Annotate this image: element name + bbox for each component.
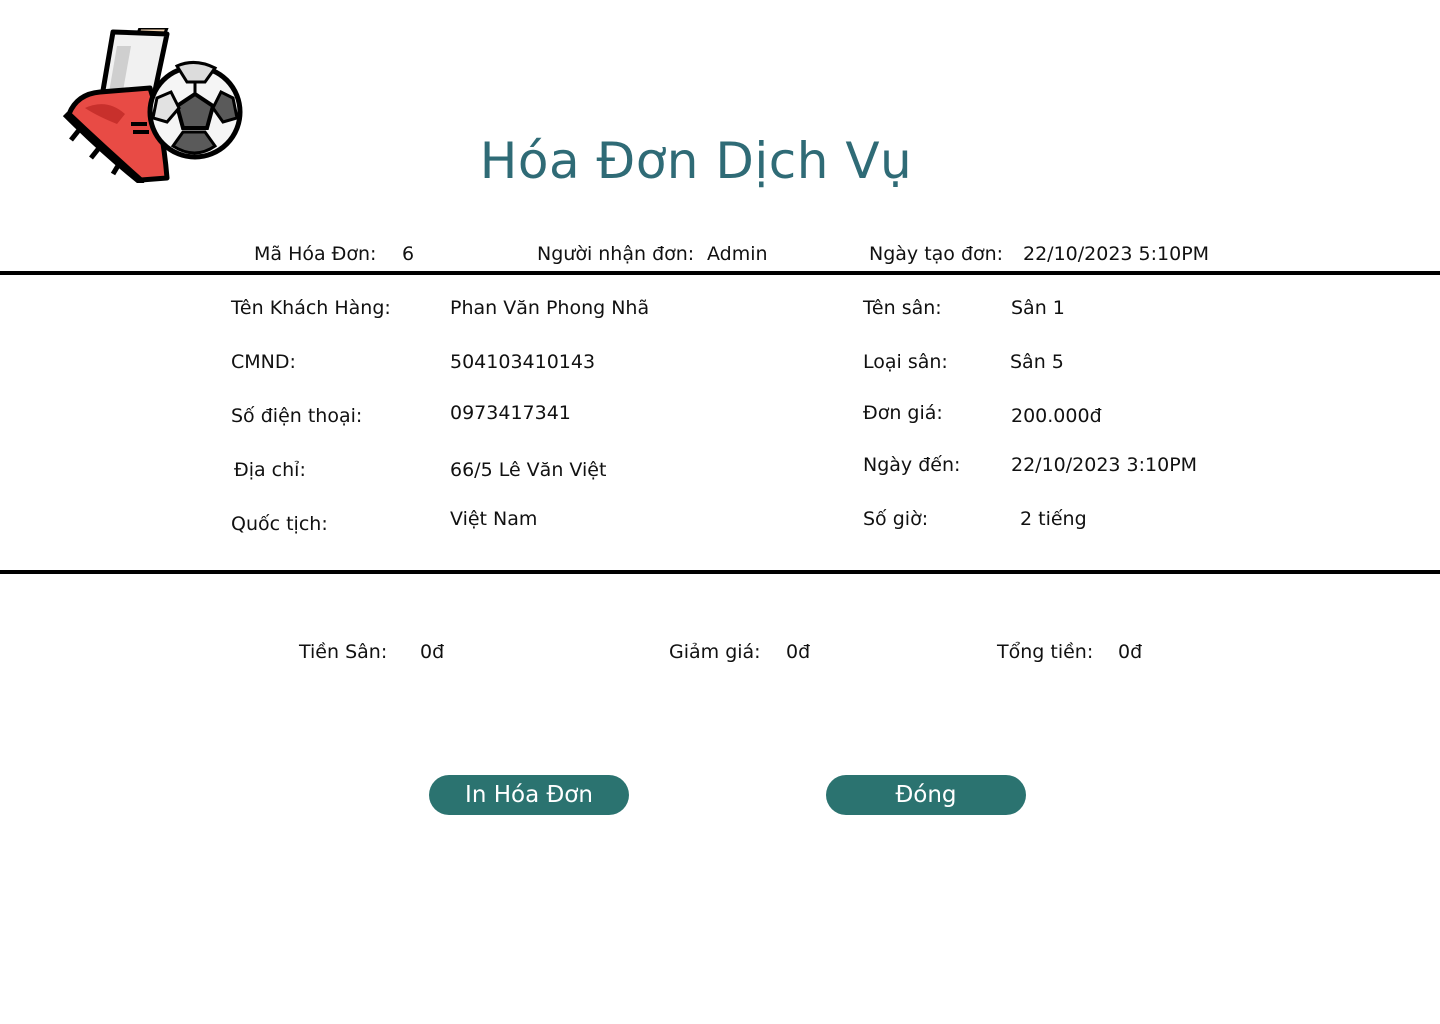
hours-label: Số giờ: xyxy=(863,508,929,530)
field-price-label: Đơn giá: xyxy=(863,402,943,424)
created-date-value: 22/10/2023 5:10PM xyxy=(1023,243,1210,265)
top-divider xyxy=(0,271,1440,275)
customer-name-label: Tên Khách Hàng: xyxy=(231,297,391,319)
customer-phone-label: Số điện thoại: xyxy=(231,405,363,427)
discount-value: 0đ xyxy=(786,641,811,663)
receiver-value: Admin xyxy=(707,243,768,265)
close-button[interactable]: Đóng xyxy=(826,775,1026,815)
field-type-label: Loại sân: xyxy=(863,351,948,373)
field-price-value: 200.000đ xyxy=(1011,405,1102,427)
field-fee-label: Tiền Sân: xyxy=(299,641,388,663)
customer-id-value: 504103410143 xyxy=(450,351,596,373)
field-name-label: Tên sân: xyxy=(863,297,942,319)
field-fee-value: 0đ xyxy=(420,641,445,663)
page-title: Hóa Đơn Dịch Vụ xyxy=(479,132,913,190)
customer-name-value: Phan Văn Phong Nhã xyxy=(450,297,650,319)
created-date-label: Ngày tạo đơn: xyxy=(869,243,1004,265)
customer-address-value: 66/5 Lê Văn Việt xyxy=(450,459,607,481)
customer-nationality-value: Việt Nam xyxy=(450,508,538,530)
receiver-label: Người nhận đơn: xyxy=(537,243,695,265)
arrival-date-value: 22/10/2023 3:10PM xyxy=(1011,454,1198,476)
total-value: 0đ xyxy=(1118,641,1143,663)
print-invoice-button[interactable]: In Hóa Đơn xyxy=(429,775,629,815)
invoice-id-value: 6 xyxy=(402,243,415,265)
customer-phone-value: 0973417341 xyxy=(450,402,571,424)
discount-label: Giảm giá: xyxy=(669,641,761,663)
arrival-date-label: Ngày đến: xyxy=(863,454,961,476)
total-label: Tổng tiền: xyxy=(997,641,1094,663)
customer-id-label: CMND: xyxy=(231,351,296,373)
bottom-divider xyxy=(0,570,1440,574)
field-name-value: Sân 1 xyxy=(1011,297,1065,319)
field-type-value: Sân 5 xyxy=(1010,351,1064,373)
customer-address-label: Địa chỉ: xyxy=(234,459,306,481)
hours-value: 2 tiếng xyxy=(1020,508,1087,530)
invoice-page: Hóa Đơn Dịch Vụ Mã Hóa Đơn: 6 Người nhận… xyxy=(0,0,1440,1024)
customer-nationality-label: Quốc tịch: xyxy=(231,513,328,535)
invoice-id-label: Mã Hóa Đơn: xyxy=(254,243,377,265)
